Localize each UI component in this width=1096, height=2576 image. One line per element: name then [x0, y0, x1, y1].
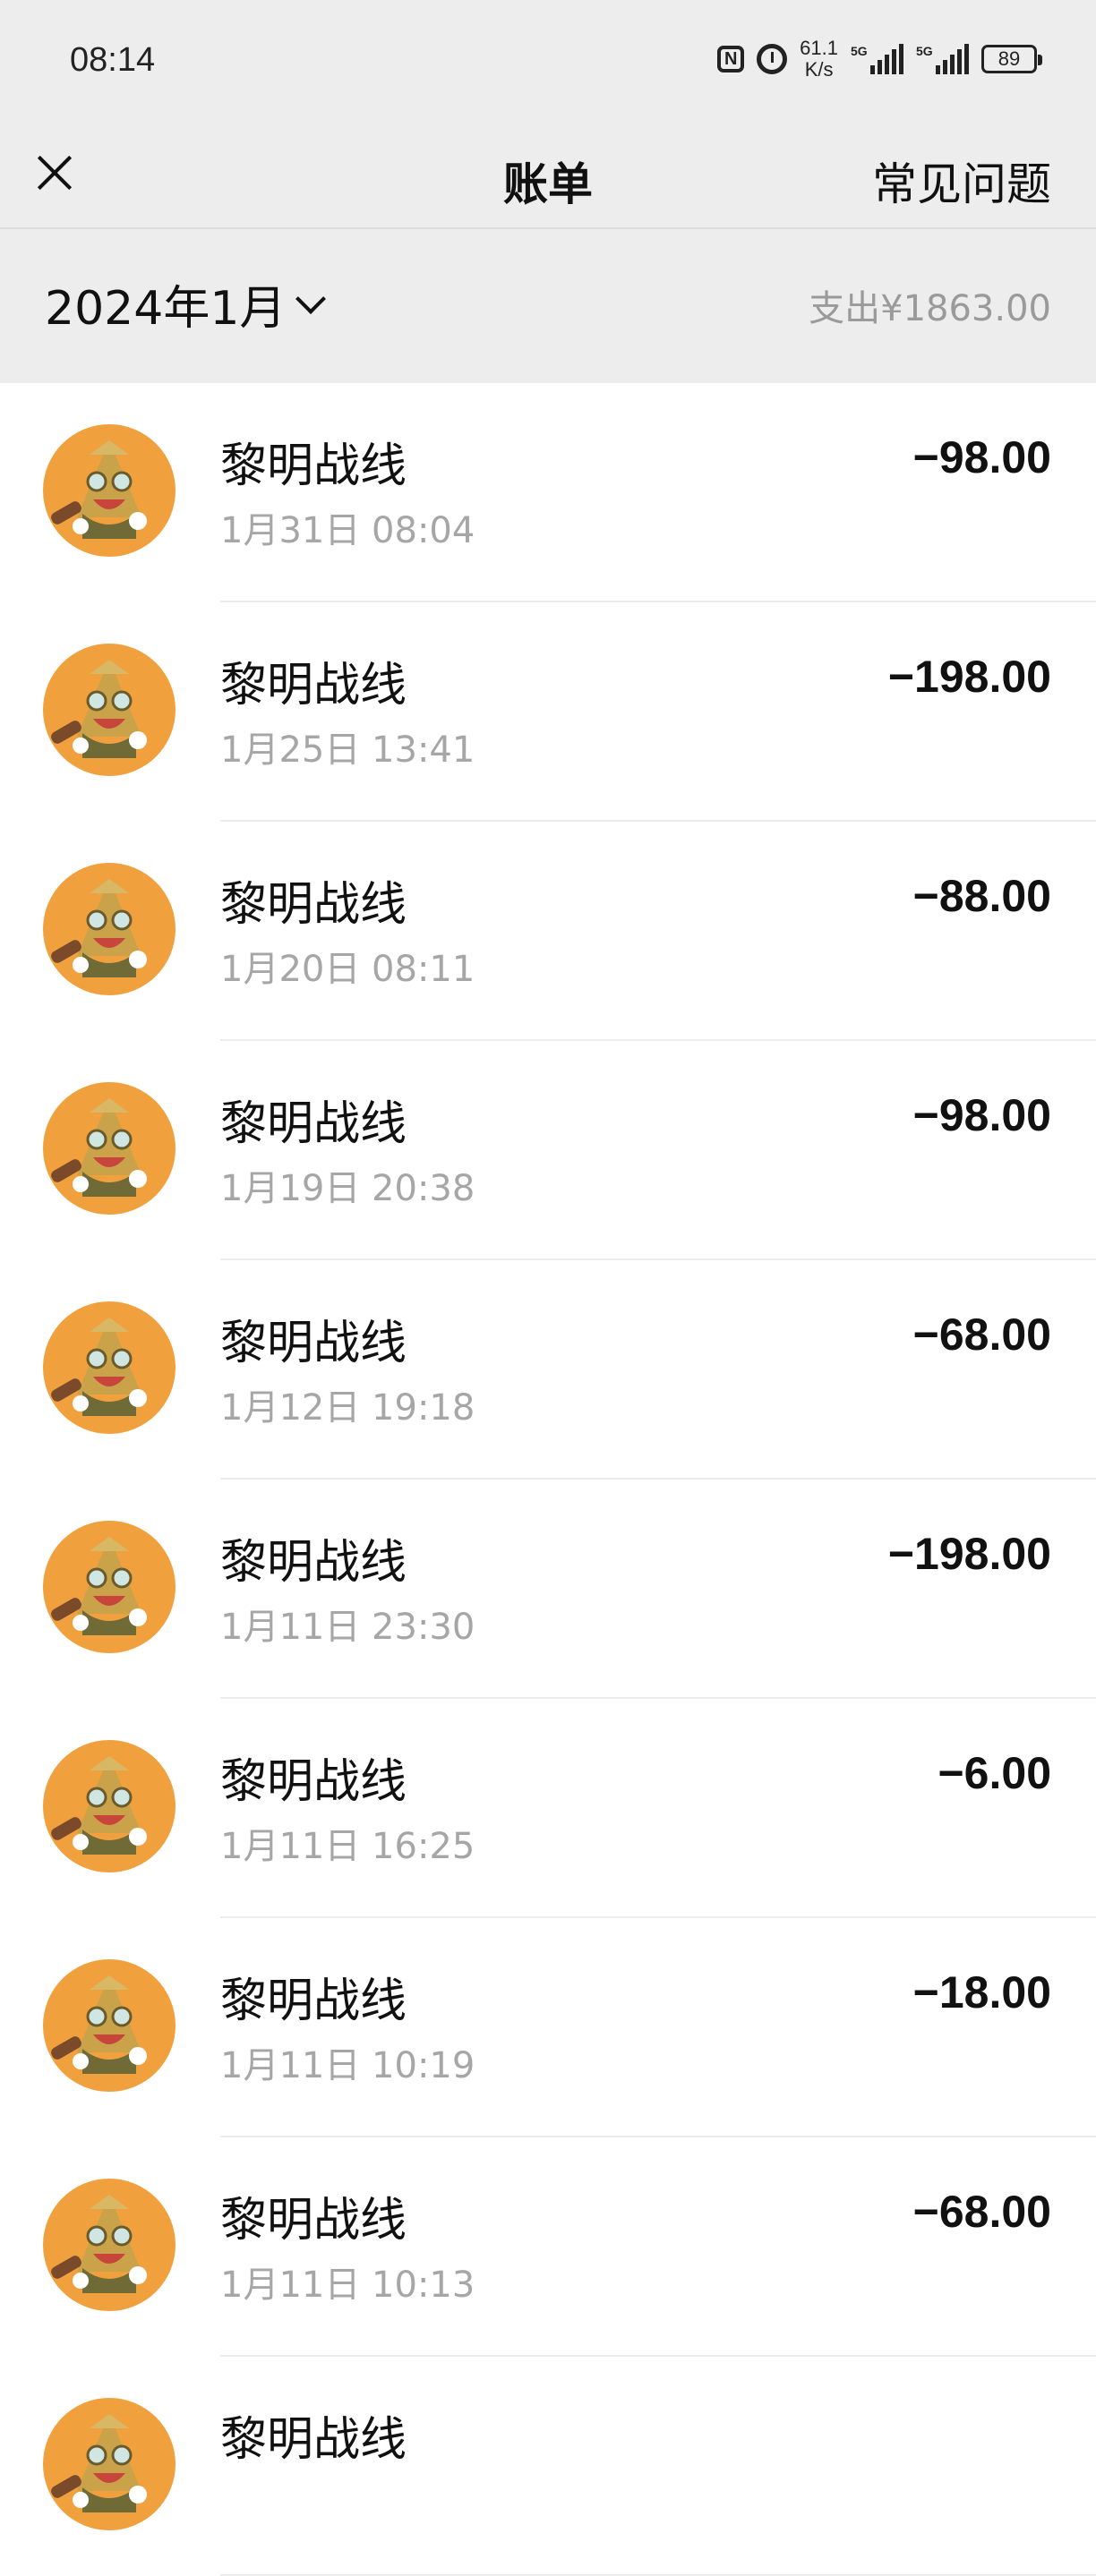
month-header: 2024年1月 支出¥1863.00: [0, 229, 1096, 383]
game-mascot-avatar-icon: [43, 863, 176, 995]
merchant-name: 黎明战线: [220, 1975, 407, 2028]
merchant-name: 黎明战线: [220, 1097, 407, 1151]
game-mascot-avatar-icon: [43, 1301, 176, 1434]
nav-bar: 账单 常见问题: [0, 125, 1096, 229]
game-mascot-avatar-icon: [43, 1959, 176, 2092]
transaction-datetime: 1月11日 10:19: [220, 2045, 475, 2086]
transaction-row[interactable]: 黎明战线 1月31日 08:04 −98.00: [0, 383, 1096, 602]
transaction-row[interactable]: 黎明战线 1月19日 20:38 −98.00: [0, 1041, 1096, 1260]
game-mascot-avatar-icon: [43, 424, 176, 557]
transaction-row[interactable]: 黎明战线 1月25日 13:41 −198.00: [0, 602, 1096, 822]
network-speed: 61.1 K/s: [800, 38, 838, 81]
battery-icon: 89: [981, 45, 1042, 73]
game-mascot-avatar-icon: [43, 1740, 176, 1872]
merchant-name: 黎明战线: [220, 1317, 407, 1370]
transaction-datetime: 1月12日 19:18: [220, 1387, 475, 1429]
transaction-amount: −98.00: [912, 432, 1051, 482]
game-mascot-avatar-icon: [43, 2179, 176, 2311]
merchant-name: 黎明战线: [220, 439, 407, 493]
chevron-down-icon: [295, 283, 327, 314]
transaction-datetime: 1月11日 16:25: [220, 1826, 475, 1867]
month-label: 2024年1月: [45, 282, 287, 336]
transaction-datetime: 1月25日 13:41: [220, 729, 475, 771]
faq-link[interactable]: 常见问题: [872, 149, 1051, 213]
transaction-datetime: 1月11日 23:30: [220, 1607, 475, 1648]
transaction-amount: −198.00: [887, 1529, 1051, 1579]
transaction-amount: −68.00: [912, 2187, 1051, 2237]
transaction-row[interactable]: 黎明战线 1月20日 08:11 −88.00: [0, 822, 1096, 1041]
merchant-name: 黎明战线: [220, 878, 407, 932]
network-speed-value: 61.1: [800, 37, 838, 59]
signal-1-label: 5G: [851, 44, 868, 58]
signal-icon-2: 5G: [916, 44, 969, 74]
transaction-amount: −88.00: [912, 871, 1051, 921]
transaction-amount: −6.00: [938, 1748, 1051, 1798]
transaction-row[interactable]: 黎明战线 1月11日 10:19 −18.00: [0, 1918, 1096, 2137]
transaction-amount: −98.00: [912, 1090, 1051, 1140]
network-speed-unit: K/s: [804, 58, 834, 81]
status-bar: 08:14 N 61.1 K/s 5G 5G 89: [0, 0, 1096, 125]
merchant-name: 黎明战线: [220, 1755, 407, 1809]
signal-icon-1: 5G: [851, 44, 903, 74]
nfc-icon: N: [717, 46, 745, 73]
alarm-icon: [757, 44, 788, 74]
merchant-name: 黎明战线: [220, 2194, 407, 2248]
game-mascot-avatar-icon: [43, 1521, 176, 1653]
transaction-row[interactable]: 黎明战线 1月11日 10:13 −68.00: [0, 2137, 1096, 2357]
status-time: 08:14: [70, 41, 156, 79]
signal-2-label: 5G: [916, 44, 933, 58]
transaction-amount: −68.00: [912, 1309, 1051, 1360]
merchant-name: 黎明战线: [220, 1536, 407, 1590]
transaction-row[interactable]: 黎明战线 1月11日 16:25 −6.00: [0, 1699, 1096, 1918]
transaction-row[interactable]: 黎明战线 1月12日 19:18 −68.00: [0, 1260, 1096, 1480]
transaction-row[interactable]: 黎明战线: [0, 2357, 1096, 2576]
month-selector[interactable]: 2024年1月: [45, 270, 327, 337]
game-mascot-avatar-icon: [43, 1082, 176, 1215]
transaction-datetime: 1月31日 08:04: [220, 510, 475, 551]
status-icons: N 61.1 K/s 5G 5G 89: [717, 38, 1042, 81]
transaction-amount: −198.00: [887, 652, 1051, 702]
game-mascot-avatar-icon: [43, 644, 176, 776]
transaction-amount: −18.00: [912, 1967, 1051, 2017]
transaction-list: 黎明战线 1月31日 08:04 −98.00 黎明战线 1月25日 13:41…: [0, 383, 1096, 2576]
transaction-datetime: 1月19日 20:38: [220, 1168, 475, 1209]
transaction-row[interactable]: 黎明战线 1月11日 23:30 −198.00: [0, 1480, 1096, 1699]
merchant-name: 黎明战线: [220, 659, 407, 712]
game-mascot-avatar-icon: [43, 2398, 176, 2530]
merchant-name: 黎明战线: [220, 2413, 407, 2467]
transaction-datetime: 1月20日 08:11: [220, 949, 475, 990]
expense-total: 支出¥1863.00: [809, 288, 1051, 329]
transaction-datetime: 1月11日 10:13: [220, 2265, 475, 2306]
